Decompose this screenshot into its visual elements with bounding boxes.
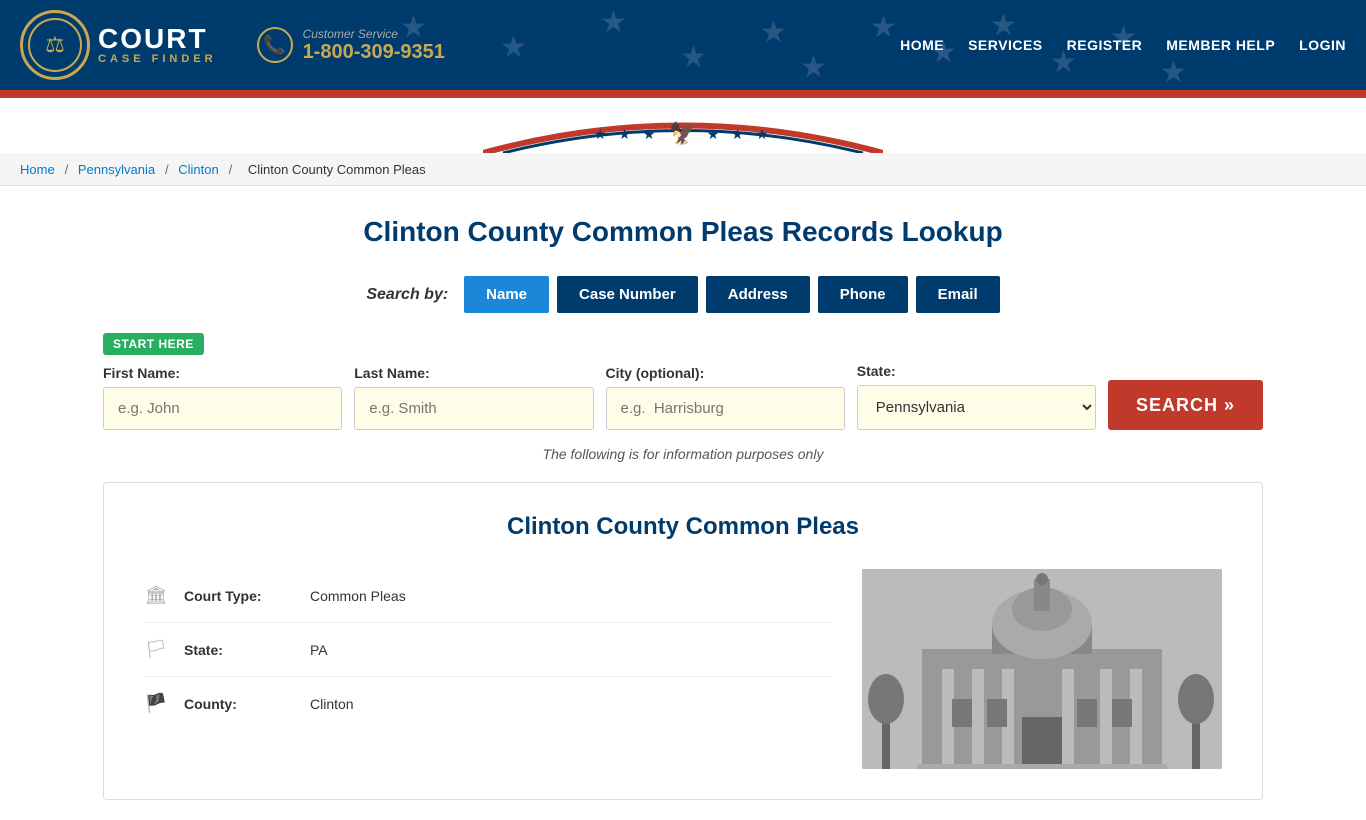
county-value: Clinton [310,696,354,712]
court-image [862,569,1222,769]
info-note: The following is for information purpose… [103,446,1263,462]
last-name-group: Last Name: [354,365,593,430]
phone-text: Customer Service 1-800-309-9351 [303,27,445,64]
phone-number: 1-800-309-9351 [303,41,445,64]
state-label: State: [857,363,1096,379]
scales-icon: ⚖ [45,32,65,58]
court-type-icon: 🏛 [144,585,168,606]
logo[interactable]: ⚖ COURT CASE FINDER [20,10,217,80]
logo-inner: ⚖ [28,18,82,72]
logo-text: COURT CASE FINDER [98,25,217,65]
first-name-label: First Name: [103,365,342,381]
header-left: ⚖ COURT CASE FINDER 📞 Customer Service 1… [20,10,445,80]
breadcrumb-county[interactable]: Clinton [178,162,218,177]
tab-phone[interactable]: Phone [818,276,908,313]
tab-address[interactable]: Address [706,276,810,313]
city-group: City (optional): [606,365,845,430]
county-icon: 🏴 [144,693,168,714]
nav-services[interactable]: SERVICES [968,37,1043,53]
last-name-label: Last Name: [354,365,593,381]
city-label: City (optional): [606,365,845,381]
site-header: ★ ★ ★ ★ ★ ★ ★ ★ ★ ★ ★ ★ ⚖ COURT CASE FIN… [0,0,1366,90]
court-type-value: Common Pleas [310,588,406,604]
breadcrumb-home[interactable]: Home [20,162,55,177]
nav-home[interactable]: HOME [900,37,944,53]
phone-icon: 📞 [257,27,293,63]
state-icon: 🏳 [144,639,168,660]
courthouse-svg [862,569,1222,769]
phone-box: 📞 Customer Service 1-800-309-9351 [257,27,445,64]
eagle-stars-right: ★ ★ ★ [707,126,772,143]
nav-member-help[interactable]: MEMBER HELP [1166,37,1275,53]
nav-register[interactable]: REGISTER [1067,37,1143,53]
customer-service-label: Customer Service [303,27,445,41]
eagle-stars-left: ★ ★ ★ [594,126,659,143]
eagle-icon: 🦅 [669,121,696,147]
court-card: Clinton County Common Pleas 🏛 Court Type… [103,482,1263,800]
search-by-label: Search by: [366,286,448,304]
main-nav: HOME SERVICES REGISTER MEMBER HELP LOGIN [900,37,1346,53]
county-row: 🏴 County: Clinton [144,677,832,730]
tab-case-number[interactable]: Case Number [557,276,698,313]
logo-circle: ⚖ [20,10,90,80]
city-input[interactable] [606,387,845,430]
start-here-badge: START HERE [103,333,204,355]
first-name-group: First Name: [103,365,342,430]
court-info-table: 🏛 Court Type: Common Pleas 🏳 State: PA 🏴… [144,569,832,769]
eagle-banner: ★ ★ ★ 🦅 ★ ★ ★ [0,98,1366,153]
search-tabs-row: Search by: Name Case Number Address Phon… [103,276,1263,313]
search-form-row: First Name: Last Name: City (optional): … [103,363,1263,430]
tab-name[interactable]: Name [464,276,549,313]
main-content: Clinton County Common Pleas Records Look… [83,186,1283,820]
breadcrumb-sep-2: / [165,162,172,177]
court-type-row: 🏛 Court Type: Common Pleas [144,569,832,623]
breadcrumb-sep-1: / [65,162,72,177]
state-row: 🏳 State: PA [144,623,832,677]
search-button[interactable]: SEARCH » [1108,380,1263,430]
state-group: State: Pennsylvania Alabama Alaska Arizo… [857,363,1096,430]
court-type-label: Court Type: [184,588,294,604]
logo-finder-text: CASE FINDER [98,53,217,65]
search-form-wrapper: START HERE First Name: Last Name: City (… [103,333,1263,430]
page-title: Clinton County Common Pleas Records Look… [103,216,1263,248]
first-name-input[interactable] [103,387,342,430]
red-banner-strip [0,90,1366,98]
breadcrumb-bar: Home / Pennsylvania / Clinton / Clinton … [0,153,1366,186]
breadcrumb-sep-3: / [229,162,236,177]
last-name-input[interactable] [354,387,593,430]
eagle-center: ★ ★ ★ 🦅 ★ ★ ★ [594,121,772,153]
breadcrumb-current: Clinton County Common Pleas [248,162,426,177]
court-card-title: Clinton County Common Pleas [144,513,1222,541]
breadcrumb-state[interactable]: Pennsylvania [78,162,155,177]
logo-court-text: COURT [98,25,217,53]
nav-login[interactable]: LOGIN [1299,37,1346,53]
state-label-row: State: [184,642,294,658]
county-label-row: County: [184,696,294,712]
state-value: PA [310,642,328,658]
state-select[interactable]: Pennsylvania Alabama Alaska Arizona Arka… [857,385,1096,430]
tab-email[interactable]: Email [916,276,1000,313]
court-card-body: 🏛 Court Type: Common Pleas 🏳 State: PA 🏴… [144,569,1222,769]
